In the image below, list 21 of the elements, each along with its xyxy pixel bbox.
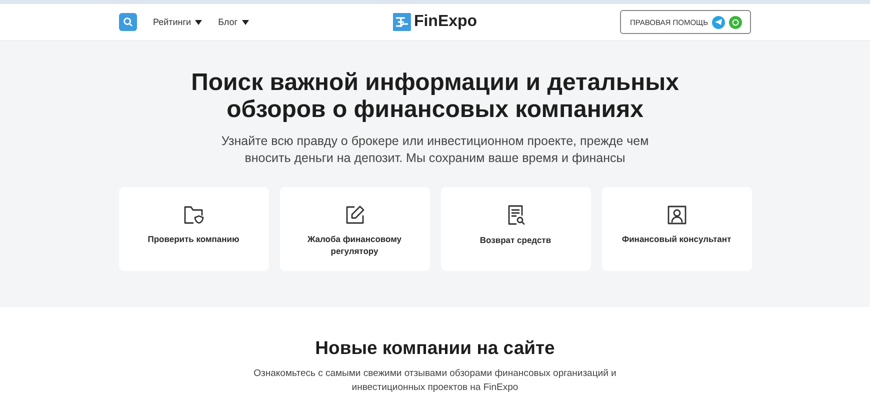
search-icon xyxy=(123,17,133,27)
folder-shield-icon xyxy=(182,205,204,225)
service-card[interactable]: Жалоба финансовому регулятору xyxy=(280,187,430,271)
hero-subtitle: Узнайте всю правду о брокере или инвестиционном проекте, прежде чем вносить деньги на депозит. Мы сохраним ваше время и финансы xyxy=(220,133,650,167)
caret-icon xyxy=(195,20,202,24)
service-card[interactable]: Финансовый консультант xyxy=(602,187,752,271)
document-search-icon xyxy=(506,205,524,226)
section-description: Ознакомьтесь с самыми свежими отзывами обзорами финансовых организаций и инвестиционных проектов на FinExpo xyxy=(252,367,618,395)
caret-icon xyxy=(242,20,249,24)
logo-icon xyxy=(392,13,411,31)
edit-icon xyxy=(344,205,364,225)
nav-menu-link[interactable]: Рейтинги xyxy=(153,17,202,27)
telegram-icon xyxy=(712,16,725,28)
service-card[interactable]: Проверить компанию xyxy=(118,187,268,271)
hero-title: Поиск важной информации и детальных обзоров о финансовых компаниях xyxy=(190,69,680,123)
logo-text: FinExpo xyxy=(414,13,478,31)
service-card[interactable]: Возврат средств xyxy=(440,187,590,271)
nav-menu-link[interactable]: Блог xyxy=(218,17,249,27)
search-button[interactable] xyxy=(119,13,137,31)
user-card-icon xyxy=(666,205,686,225)
section-title: Новые компании на сайте xyxy=(315,337,555,359)
